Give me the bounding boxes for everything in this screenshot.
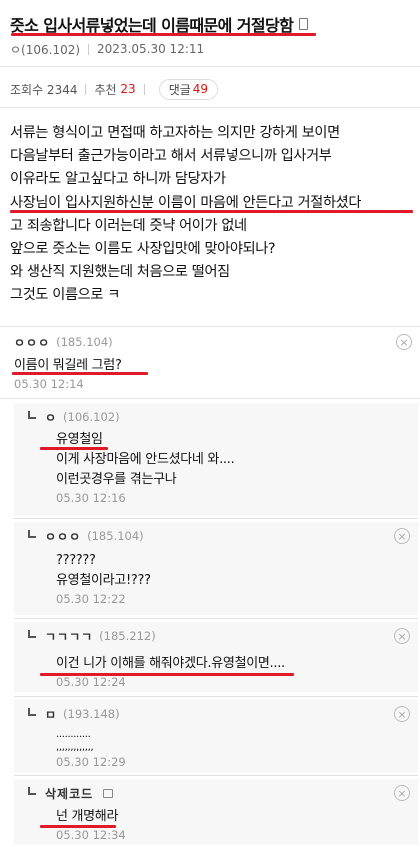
reply-highlight-underline — [40, 447, 108, 450]
reply-arrow-icon — [28, 787, 36, 795]
comment-highlight-underline — [12, 372, 148, 375]
reply-item: ㅇ (106.102) 유영철임 이게 사장마음에 안드셨다네 와.... 이런… — [14, 403, 418, 516]
comment-date: 05.30 12:24 — [56, 675, 126, 689]
comment-label: 댓글 — [168, 82, 191, 97]
comment-text: 넌 개명해라 — [56, 809, 119, 824]
recommend-label: 추천 — [94, 82, 117, 97]
comment-ip: (185.104) — [56, 335, 113, 349]
body-highlight-underline — [10, 210, 413, 213]
comment-author[interactable]: ㅇㅇㅇ — [14, 334, 50, 351]
comment-item: ㅇㅇㅇ (185.104) × 이름이 뭐길레 그럼? 05.30 12:14 — [0, 330, 420, 398]
comment-author[interactable]: ㅇㅇㅇ — [45, 528, 81, 545]
reply-arrow-icon — [28, 411, 36, 419]
delete-comment-button[interactable]: × — [396, 334, 412, 350]
comment-date: 05.30 12:34 — [56, 828, 126, 842]
comment-ip: (106.102) — [63, 410, 120, 424]
comment-text: 유영철임 — [56, 432, 103, 447]
reply-item: 삭제코드 × 넌 개명해라 05.30 12:34 — [14, 779, 418, 845]
edit-note-icon — [103, 788, 114, 798]
comment-author[interactable]: ㅇ — [45, 409, 57, 426]
reply-highlight-underline — [40, 825, 116, 828]
reply-arrow-icon — [28, 708, 36, 716]
reply-arrow-icon — [28, 630, 36, 638]
comment-text: 이건 니가 이해를 해줘야겠다.유영철이면.... — [56, 656, 285, 671]
reply-item: ㅁ (193.148) × ............ ,,,,,,,,,,,,,… — [14, 700, 418, 772]
reply-highlight-underline — [40, 673, 294, 676]
reply-item: ㅇㅇㅇ (185.104) × ?????? 유영철이라고!??? 05.30 … — [14, 522, 418, 615]
reply-item: ㄱㄱㄱㄱ (185.212) × 이건 니가 이해를 해줘야겠다.유영철이면..… — [14, 622, 418, 692]
comment-count-button[interactable]: 댓글 49 — [158, 78, 219, 100]
reply-divider — [14, 775, 418, 776]
body-line: 와 생산직 지원했는데 처음으로 떨어짐 — [10, 264, 230, 281]
comment-date: 05.30 12:29 — [56, 755, 126, 769]
title-highlight-underline — [11, 33, 316, 36]
post-stats: 조회수 2344 추천 23 댓글 49 — [10, 78, 219, 100]
mobile-icon — [299, 18, 309, 30]
post-body: 서류는 형식이고 면접때 하고자하는 의지만 강하게 보이면 다음날부터 출근가… — [10, 122, 415, 308]
comment-text: 이런곳경우를 겪는구나 — [56, 472, 177, 487]
post-author[interactable]: ㅇ(106.102) — [10, 41, 80, 58]
comment-text: ............ — [56, 729, 91, 740]
recommend-count: 23 — [120, 82, 136, 96]
stats-divider-line — [0, 107, 420, 108]
body-line: 고 죄송합니다 이러는데 즛냑 어이가 없네 — [10, 217, 247, 234]
comments-divider — [0, 326, 420, 327]
reply-divider — [14, 518, 418, 519]
comment-divider — [0, 398, 420, 399]
delete-comment-button[interactable]: × — [394, 628, 410, 644]
body-line: 이유라도 알고싶다고 하니까 담당자가 — [10, 171, 226, 188]
body-line: 서류는 형식이고 면접때 하고자하는 의지만 강하게 보이면 — [10, 125, 340, 141]
post-header: 즛소 입사서류넣었는데 이름때문에 거절당함 ㅇ(106.102) 2023.0… — [0, 0, 420, 62]
comment-date: 05.30 12:16 — [56, 491, 126, 505]
body-line: 그것도 이름으로 ㅋ — [10, 287, 120, 304]
comment-author[interactable]: ㅁ — [45, 706, 57, 723]
post-datetime: 2023.05.30 12:11 — [97, 42, 205, 56]
comment-author[interactable]: ㄱㄱㄱㄱ — [45, 628, 93, 645]
comment-text: ?????? — [56, 553, 96, 568]
delete-comment-button[interactable]: × — [394, 706, 410, 722]
reply-divider — [14, 618, 418, 619]
comment-text: ,,,,,,,,,,,,, — [56, 742, 94, 753]
delete-comment-button[interactable]: × — [394, 785, 410, 801]
comment-text: 이게 사장마음에 안드셨다네 와.... — [56, 452, 235, 467]
comment-count: 49 — [192, 82, 209, 96]
body-line: 앞으로 즛소는 이름도 사장입맛에 맞아야되나? — [10, 240, 276, 257]
stats-divider — [143, 83, 145, 95]
comment-ip: (193.148) — [63, 707, 120, 721]
header-divider — [0, 66, 420, 67]
comment-text: 유영철이라고!??? — [56, 573, 151, 588]
comment-date: 05.30 12:22 — [56, 592, 126, 606]
comment-ip: (185.104) — [87, 529, 144, 543]
delete-comment-button[interactable]: × — [394, 528, 410, 544]
comment-author[interactable]: 삭제코드 — [45, 785, 93, 802]
stats-divider — [85, 83, 87, 95]
view-count: 조회수 2344 — [10, 82, 78, 97]
body-line: 다음날부터 출근가능이라고 해서 서류넣으니까 입사거부 — [10, 148, 332, 165]
meta-divider — [88, 43, 90, 55]
comment-date: 05.30 12:14 — [14, 377, 84, 391]
reply-divider — [14, 696, 418, 697]
comment-ip: (185.212) — [99, 629, 156, 643]
reply-arrow-icon — [28, 530, 36, 538]
